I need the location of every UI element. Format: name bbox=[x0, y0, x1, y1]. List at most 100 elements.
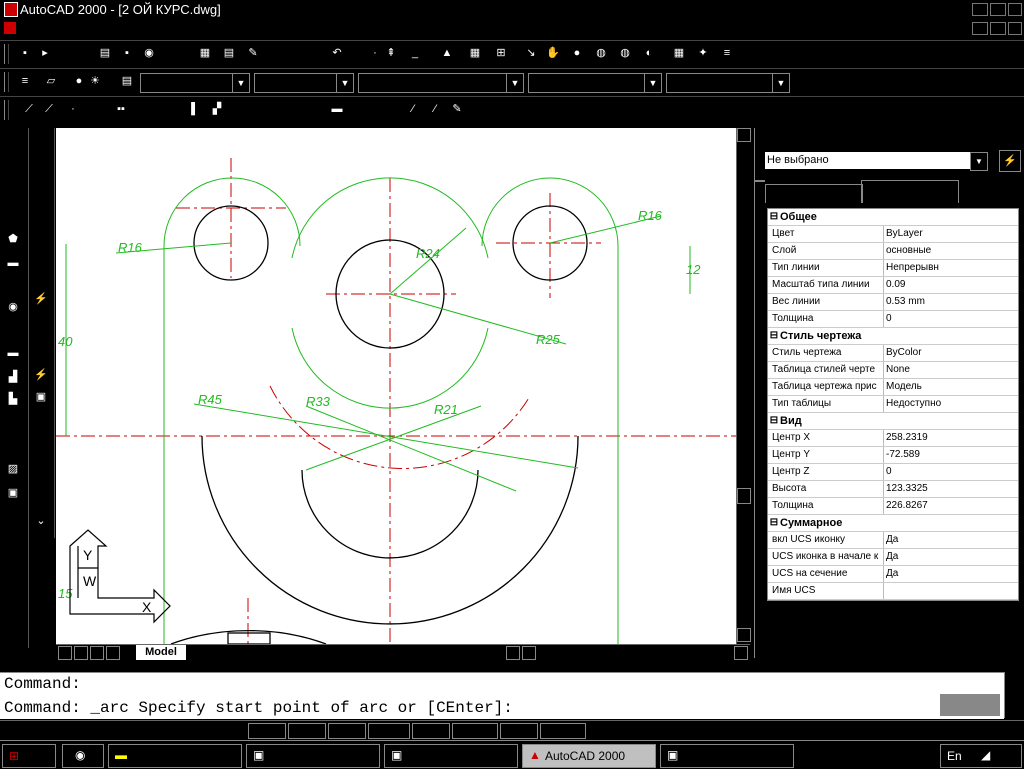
point-icon[interactable]: ▙ bbox=[6, 392, 20, 406]
region-icon[interactable]: ▣ bbox=[6, 486, 20, 500]
hatch-icon[interactable]: ▨ bbox=[6, 462, 20, 476]
property-value[interactable]: 0 bbox=[884, 311, 1018, 327]
vertical-scrollbar[interactable] bbox=[736, 128, 751, 644]
redo-icon[interactable]: · bbox=[368, 46, 382, 60]
linetype-dropdown[interactable]: ▼ bbox=[358, 73, 524, 93]
property-category[interactable]: ⊟ Суммарное bbox=[768, 515, 1018, 532]
make-layer-current-icon[interactable]: ≡ bbox=[18, 74, 32, 88]
close-icon[interactable] bbox=[1008, 3, 1022, 16]
lineweight-dropdown[interactable]: ▼ bbox=[528, 73, 662, 93]
property-value[interactable]: Да bbox=[884, 566, 1018, 582]
chevron-down-icon[interactable]: ▼ bbox=[772, 74, 789, 92]
restore-icon[interactable] bbox=[990, 3, 1006, 16]
mirror-icon[interactable]: ▣ bbox=[34, 390, 48, 404]
property-value[interactable]: 0 bbox=[884, 464, 1018, 480]
hscroll-right-icon[interactable] bbox=[734, 646, 748, 660]
dim-r33[interactable]: R33 bbox=[306, 394, 331, 409]
property-value[interactable]: 226.8267 bbox=[884, 498, 1018, 514]
property-row[interactable]: Тип линии Непрерывн bbox=[768, 260, 1018, 277]
language-indicator[interactable]: En bbox=[947, 749, 962, 763]
layer-dropdown[interactable]: ▼ bbox=[140, 73, 250, 93]
design-center-icon[interactable]: ✦ bbox=[696, 46, 710, 60]
document-icon[interactable] bbox=[4, 22, 16, 34]
copy-icon[interactable]: ▦ bbox=[198, 46, 212, 60]
grid-toggle[interactable] bbox=[288, 723, 326, 739]
property-value[interactable]: Модель bbox=[884, 379, 1018, 395]
leader-icon[interactable]: ▞ bbox=[210, 102, 224, 116]
preview-icon[interactable]: ▪ bbox=[120, 46, 134, 60]
dim-15[interactable]: 15 bbox=[58, 586, 73, 601]
tab-last-icon[interactable] bbox=[106, 646, 120, 660]
dim-r21[interactable]: R21 bbox=[434, 402, 458, 417]
command-scrollbar[interactable] bbox=[1004, 672, 1024, 718]
property-row[interactable]: UCS иконка в начале к Да bbox=[768, 549, 1018, 566]
property-value[interactable]: Да bbox=[884, 532, 1018, 548]
dim-r45[interactable]: R45 bbox=[198, 392, 223, 407]
scroll-down-icon[interactable] bbox=[737, 628, 751, 642]
selection-dropdown[interactable]: Не выбрано bbox=[765, 152, 970, 169]
chevron-down-icon[interactable]: ▼ bbox=[970, 152, 988, 171]
dim-12[interactable]: 12 bbox=[686, 262, 701, 277]
pan-icon[interactable]: ✋ bbox=[546, 46, 560, 60]
minimize-icon[interactable] bbox=[972, 3, 988, 16]
undo-icon[interactable]: ↶ bbox=[330, 46, 344, 60]
block-insert-icon[interactable]: ▬ bbox=[6, 346, 20, 360]
dim-r24[interactable]: R24 bbox=[416, 246, 440, 261]
property-row[interactable]: Вес линии 0.53 mm bbox=[768, 294, 1018, 311]
zoom-extents-icon[interactable]: ◐ bbox=[642, 46, 656, 60]
color-dropdown[interactable]: ▼ bbox=[254, 73, 354, 93]
property-row[interactable]: Центр Y -72.589 bbox=[768, 447, 1018, 464]
match-properties-icon[interactable]: ✎ bbox=[246, 46, 260, 60]
drawing-canvas[interactable]: R16 R16 R24 R25 R45 R33 R21 12 40 15 Y W… bbox=[56, 128, 736, 644]
chevron-down-icon[interactable]: ▼ bbox=[644, 74, 661, 92]
property-row[interactable]: Толщина 0 bbox=[768, 311, 1018, 328]
block-icon[interactable]: ⊞ bbox=[494, 46, 508, 60]
property-row[interactable]: Слой основные bbox=[768, 243, 1018, 260]
property-value[interactable]: Да bbox=[884, 549, 1018, 565]
property-row[interactable]: Таблица стилей черте None bbox=[768, 362, 1018, 379]
task-window-1[interactable]: ▣ bbox=[246, 744, 380, 768]
property-value[interactable]: Непрерывн bbox=[884, 260, 1018, 276]
zoom-previous-icon[interactable]: ◍ bbox=[618, 46, 632, 60]
property-value[interactable]: Недоступно bbox=[884, 396, 1018, 412]
scroll-up-icon[interactable] bbox=[737, 128, 751, 142]
property-row[interactable]: Имя UCS bbox=[768, 583, 1018, 600]
volume-icon[interactable]: ◢ bbox=[981, 748, 990, 762]
property-value[interactable]: -72.589 bbox=[884, 447, 1018, 463]
ordinate-dim-icon[interactable]: · bbox=[66, 102, 80, 116]
toolbar-grip[interactable] bbox=[4, 100, 9, 120]
doc-close-icon[interactable] bbox=[1008, 22, 1022, 35]
hscroll-left-icon[interactable] bbox=[506, 646, 520, 660]
layers-icon[interactable]: ▱ bbox=[44, 74, 58, 88]
chevron-down-icon[interactable]: ▼ bbox=[336, 74, 353, 92]
property-value[interactable] bbox=[884, 583, 1018, 599]
snap-icon[interactable]: ⇞ bbox=[384, 46, 398, 60]
property-row[interactable]: Центр Z0 bbox=[768, 464, 1018, 481]
drawing-area[interactable]: R16 R16 R24 R25 R45 R33 R21 12 40 15 Y W… bbox=[56, 128, 736, 644]
rectangle-icon[interactable]: ▬ bbox=[6, 256, 20, 270]
tab-next-icon[interactable] bbox=[90, 646, 104, 660]
property-row[interactable]: Высота 123.3325 bbox=[768, 481, 1018, 498]
publish-icon[interactable]: ◉ bbox=[142, 46, 156, 60]
tolerance-icon[interactable]: ▬ bbox=[330, 102, 344, 116]
doc-minimize-icon[interactable] bbox=[972, 22, 988, 35]
property-value[interactable]: основные bbox=[884, 243, 1018, 259]
toolbar-grip[interactable] bbox=[4, 72, 9, 92]
open-file-icon[interactable]: ▸ bbox=[38, 46, 52, 60]
collapse-icon[interactable]: ⊟ bbox=[768, 413, 780, 429]
tool-icon[interactable]: ▲ bbox=[440, 46, 454, 60]
dim-style-icon[interactable]: ✎ bbox=[450, 102, 464, 116]
paste-icon[interactable]: ▤ bbox=[222, 46, 236, 60]
copy-object-icon[interactable]: ⚡ bbox=[34, 368, 48, 382]
hscroll-thumb[interactable] bbox=[522, 646, 536, 660]
property-value[interactable]: 0.53 mm bbox=[884, 294, 1018, 310]
property-row[interactable]: UCS на сечение Да bbox=[768, 566, 1018, 583]
otrack-toggle[interactable] bbox=[452, 723, 498, 739]
make-block-icon[interactable]: ▟ bbox=[6, 370, 20, 384]
lwt-toggle[interactable] bbox=[500, 723, 538, 739]
polygon-icon[interactable]: ⬟ bbox=[6, 232, 20, 246]
dim-r16-right[interactable]: R16 bbox=[638, 208, 663, 223]
property-row[interactable]: Масштаб типа линии 0.09 bbox=[768, 277, 1018, 294]
chevron-down-icon[interactable]: ▼ bbox=[232, 74, 249, 92]
tab-categorized[interactable] bbox=[861, 180, 959, 203]
